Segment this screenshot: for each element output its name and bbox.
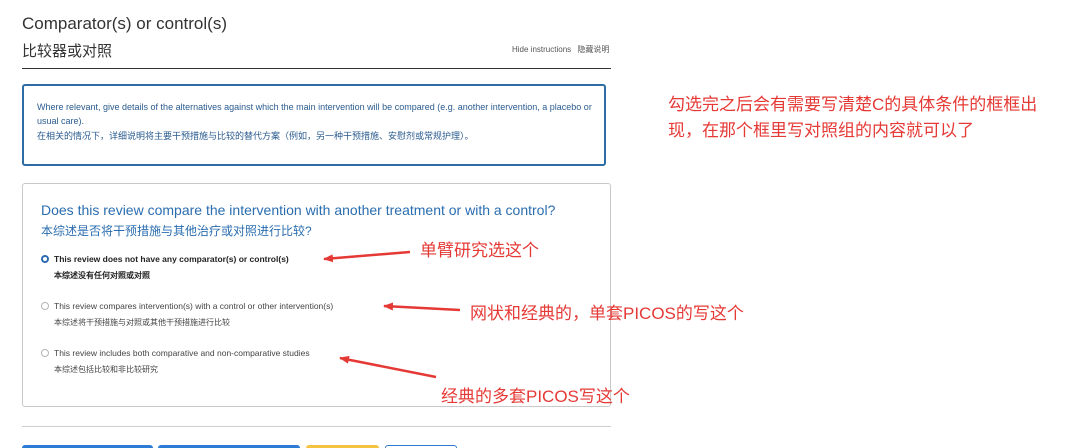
bottom-divider — [22, 426, 611, 427]
option-label-zh: 本综述将干预措施与对照或其他干预措施进行比较 — [54, 318, 230, 327]
annotation-option-3: 经典的多套PICOS写这个 — [441, 387, 630, 406]
option-label-zh: 本综述包括比较和非比较研究 — [54, 365, 158, 374]
question-panel: Does this review compare the interventio… — [22, 183, 611, 407]
hide-instructions-link[interactable]: Hide instructions 隐藏说明 — [512, 44, 613, 55]
hide-instructions-en[interactable]: Hide instructions — [512, 45, 571, 54]
option-label-en[interactable]: This review compares intervention(s) wit… — [54, 301, 333, 311]
radio-button[interactable] — [41, 302, 49, 310]
hide-instructions-zh[interactable]: 隐藏说明 — [577, 45, 609, 54]
radio-button-selected[interactable] — [41, 255, 49, 263]
annotation-option-1: 单臂研究选这个 — [420, 241, 539, 260]
radio-button[interactable] — [41, 349, 49, 357]
page: Comparator(s) or control(s) 比较器或对照 Hide … — [0, 0, 1080, 448]
option-label-en[interactable]: This review includes both comparative an… — [54, 348, 310, 358]
instructions-text-en: Where relevant, give details of the alte… — [37, 102, 592, 126]
question-text-en: Does this review compare the interventio… — [41, 202, 556, 218]
instructions-text-zh: 在相关的情况下，详细说明将主要干预措施与比较的替代方案（例如，另一种干预措施、安… — [37, 131, 474, 141]
section-title: Comparator(s) or control(s) — [22, 14, 227, 33]
option-label-en[interactable]: This review does not have any comparator… — [54, 254, 289, 264]
option-label-zh: 本综述没有任何对照或对照 — [54, 271, 150, 280]
question-text-zh: 本综述是否将干预措施与其他治疗或对照进行比较? — [41, 224, 312, 238]
instructions-box: Where relevant, give details of the alte… — [22, 84, 606, 166]
annotation-top: 勾选完之后会有需要写清楚C的具体条件的框框出现，在那个框里写对照组的内容就可以了 — [668, 95, 1038, 140]
annotation-option-2: 网状和经典的，单套PICOS的写这个 — [470, 304, 744, 323]
title-divider — [22, 68, 611, 69]
section-subtitle: 比较器或对照 — [22, 43, 113, 60]
